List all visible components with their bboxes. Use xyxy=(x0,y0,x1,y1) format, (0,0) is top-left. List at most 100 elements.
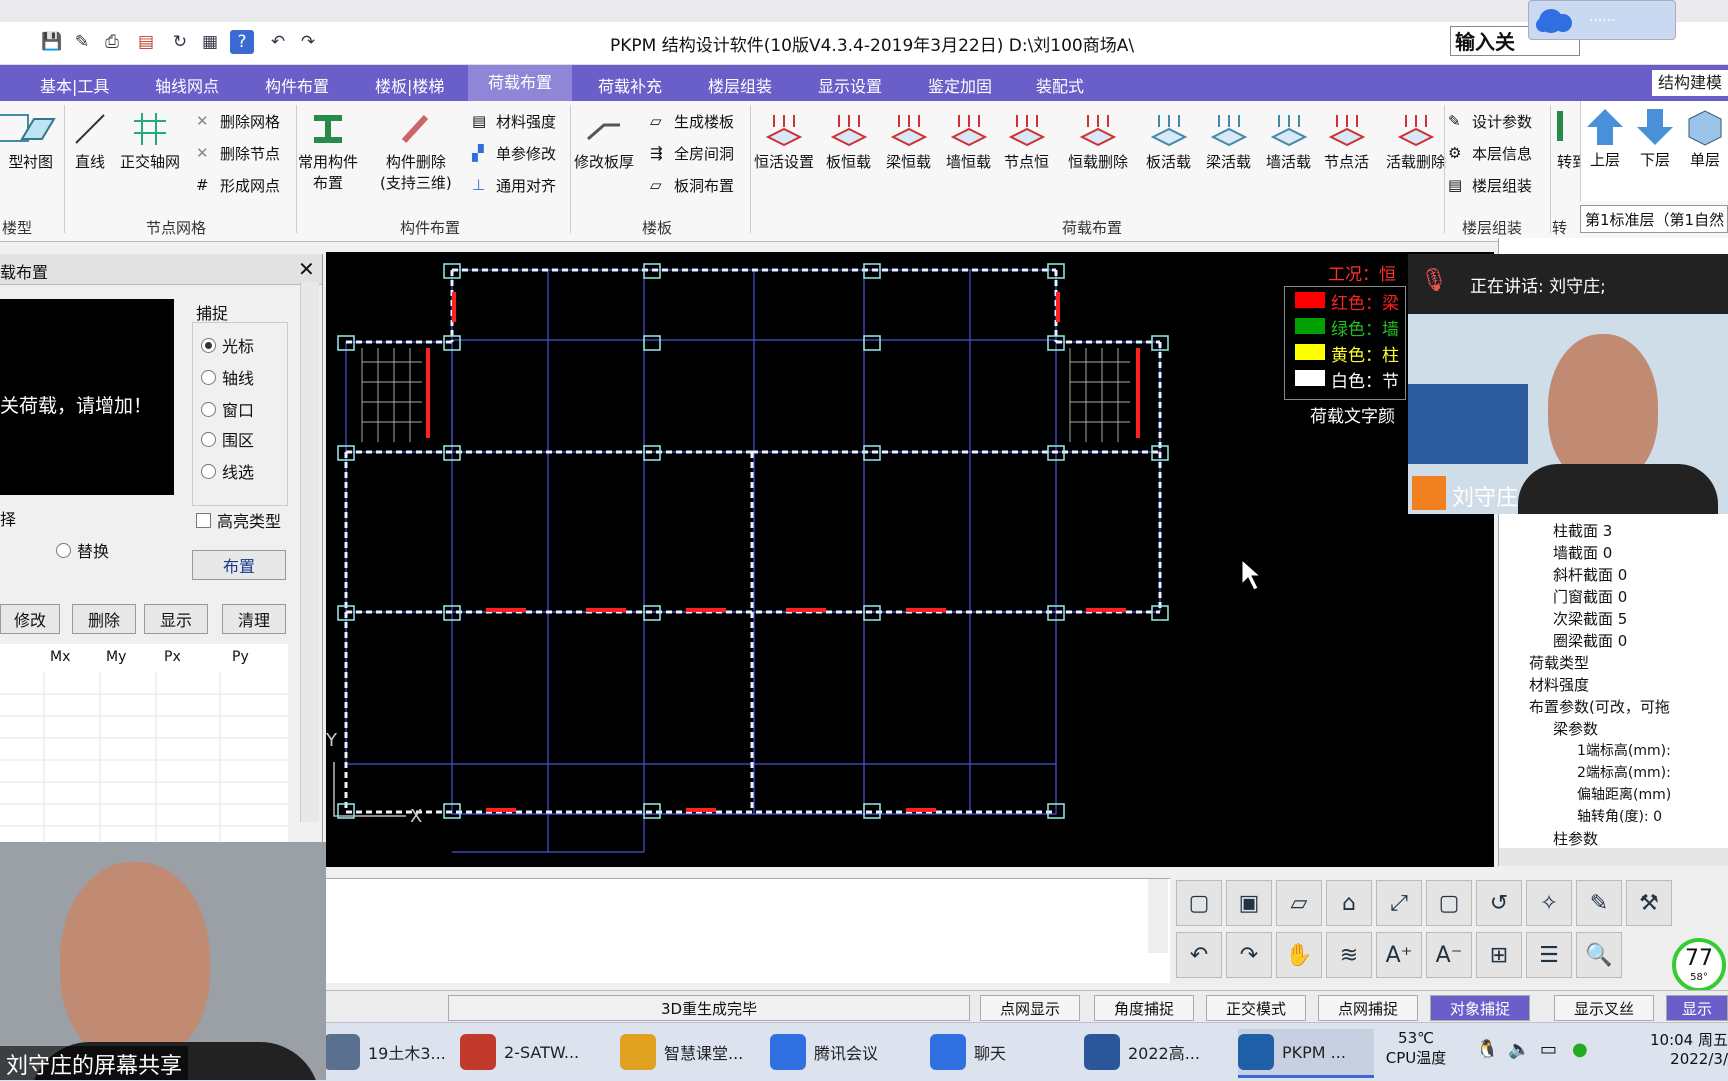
node-dead-button[interactable]: 节点恒 xyxy=(1004,109,1049,172)
performance-gauge[interactable]: 77 58° xyxy=(1672,938,1726,992)
tab-appraisal-reinforce[interactable]: 鉴定加固 xyxy=(928,73,992,97)
save-icon[interactable]: 💾 xyxy=(40,30,64,54)
hammer-icon[interactable]: ⚒ xyxy=(1626,880,1672,926)
status-object-snap[interactable]: 对象捕捉 xyxy=(1430,995,1530,1021)
text-larger-icon[interactable]: A⁺ xyxy=(1376,932,1422,978)
tree-item-material[interactable]: 材料强度 xyxy=(1529,674,1589,695)
panel-scrollbar[interactable] xyxy=(300,282,319,822)
network-icon[interactable]: ▭ xyxy=(1540,1039,1557,1060)
dead-delete-button[interactable]: 恒载删除 xyxy=(1068,109,1128,172)
task-app-chrome[interactable]: 智慧课堂... xyxy=(620,1029,760,1075)
place-button[interactable]: 布置 xyxy=(192,550,286,580)
orbit-icon[interactable]: ↺ xyxy=(1476,880,1522,926)
floor-assemble-button[interactable]: ▤ 楼层组装 xyxy=(1448,175,1532,196)
tree-item-wall-section[interactable]: 墙截面 0 xyxy=(1553,542,1612,563)
save-as-icon[interactable]: ✎ xyxy=(70,30,94,54)
light-icon[interactable]: ✧ xyxy=(1526,880,1572,926)
beam-live-button[interactable]: 梁活载 xyxy=(1206,109,1251,172)
speaker-video[interactable]: 刘守庄 xyxy=(1408,314,1728,514)
replace-radio[interactable]: 替换 xyxy=(56,538,109,562)
live-delete-button[interactable]: 活载删除 xyxy=(1386,109,1446,172)
redo-icon[interactable]: ↷ xyxy=(296,30,320,54)
underlay-button[interactable]: 衬图 xyxy=(18,109,58,172)
tree-item-secondary-beam[interactable]: 次梁截面 5 xyxy=(1553,608,1627,629)
volume-icon[interactable]: 🔈 xyxy=(1508,1039,1530,1060)
ortho-grid-button[interactable]: 正交轴网 xyxy=(120,109,180,172)
modify-button[interactable]: 修改 xyxy=(0,604,60,634)
zoom-extents-icon[interactable]: ⤢ xyxy=(1376,880,1422,926)
tab-slab-stair[interactable]: 楼板|楼梯 xyxy=(375,73,444,97)
view-front-icon[interactable]: ▣ xyxy=(1226,880,1272,926)
search-icon[interactable]: 🔍 xyxy=(1576,932,1622,978)
beam-dead-button[interactable]: 梁恒载 xyxy=(886,109,931,172)
status-display[interactable]: 显示 xyxy=(1666,995,1728,1021)
slab-thickness-button[interactable]: 修改板厚 xyxy=(574,109,634,172)
help-icon[interactable]: ? xyxy=(230,30,254,54)
highlight-type-checkbox[interactable]: 高亮类型 xyxy=(196,508,281,532)
layers-icon[interactable]: ≋ xyxy=(1326,932,1372,978)
load-settings-button[interactable]: 恒活设置 xyxy=(754,109,814,172)
task-app-satwe[interactable]: 2-SATW... xyxy=(460,1029,610,1075)
single-floor-button[interactable]: 单层 xyxy=(1685,107,1725,170)
model-canvas[interactable]: X Y 工况：恒 红色：梁 绿色：墙 黄色：柱 白色：节 荷载文字颜 xyxy=(325,252,1494,867)
mic-muted-icon[interactable]: 🎙 xyxy=(1420,268,1448,293)
slab-dead-button[interactable]: 板恒载 xyxy=(826,109,871,172)
room-hole-button[interactable]: ⇶ 全房间洞 xyxy=(650,143,734,164)
show-button[interactable]: 显示 xyxy=(144,604,208,634)
delete-node-button[interactable]: ✕ 删除节点 xyxy=(196,143,280,164)
status-crosshair[interactable]: 显示叉丝 xyxy=(1554,995,1654,1021)
floor-select-dropdown[interactable]: 第1标准层（第1自然 xyxy=(1580,205,1728,233)
status-angle-snap[interactable]: 角度捕捉 xyxy=(1094,995,1194,1021)
refresh-icon[interactable]: ↻ xyxy=(168,30,192,54)
tab-display-settings[interactable]: 显示设置 xyxy=(818,73,882,97)
brush-tool-icon[interactable]: ✎ xyxy=(1576,880,1622,926)
wall-live-button[interactable]: 墙活载 xyxy=(1266,109,1311,172)
tree-item-brace-section[interactable]: 斜杆截面 0 xyxy=(1553,564,1627,585)
line-button[interactable]: 直线 xyxy=(70,109,110,172)
align-button[interactable]: ⊥ 通用对齐 xyxy=(472,175,556,196)
presenter-video[interactable]: 刘守庄的屏幕共享 xyxy=(0,842,326,1080)
tab-axis-grid[interactable]: 轴线网点 xyxy=(155,73,219,97)
status-grid-display[interactable]: 点网显示 xyxy=(980,995,1080,1021)
design-params-button[interactable]: ✎ 设计参数 xyxy=(1448,111,1532,132)
clock[interactable]: 10:04 周五 2022/3/ xyxy=(1612,1029,1728,1068)
dwg-icon[interactable]: ▤ xyxy=(134,30,158,54)
grid-view-icon[interactable]: ⊞ xyxy=(1476,932,1522,978)
print-icon[interactable]: ⎙ xyxy=(100,30,124,54)
settings-icon[interactable]: ▦ xyxy=(198,30,222,54)
redo-view-icon[interactable]: ↷ xyxy=(1226,932,1272,978)
status-grid-snap[interactable]: 点网捕捉 xyxy=(1318,995,1418,1021)
clear-button[interactable]: 清理 xyxy=(222,604,286,634)
tree-item-rotation[interactable]: 轴转角(度): 0 xyxy=(1577,806,1662,826)
task-app-tencent-meeting[interactable]: 腾讯会议 xyxy=(770,1029,920,1075)
tree-item-ring-beam[interactable]: 圈梁截面 0 xyxy=(1553,630,1627,651)
text-smaller-icon[interactable]: A⁻ xyxy=(1426,932,1472,978)
slab-live-button[interactable]: 板活载 xyxy=(1146,109,1191,172)
undo-view-icon[interactable]: ↶ xyxy=(1176,932,1222,978)
form-node-button[interactable]: # 形成网点 xyxy=(196,175,280,196)
view-box-icon[interactable]: ▢ xyxy=(1426,880,1472,926)
tree-item-end2-elev[interactable]: 2端标高(mm): xyxy=(1577,762,1671,782)
tab-member-placement[interactable]: 构件布置 xyxy=(265,73,329,97)
pan-icon[interactable]: ✋ xyxy=(1276,932,1322,978)
command-scrollbar[interactable] xyxy=(1148,879,1168,953)
tree-item-layout-params[interactable]: 布置参数(可改，可拖 xyxy=(1529,696,1670,717)
tab-prefabricated[interactable]: 装配式 xyxy=(1036,73,1084,97)
common-member-button[interactable]: 常用构件 布置 xyxy=(298,109,358,193)
single-param-button[interactable]: ▞ 单参修改 xyxy=(472,143,556,164)
cloud-widget[interactable]: ...... xyxy=(1528,0,1676,40)
tree-item-load-type[interactable]: 荷载类型 xyxy=(1529,652,1589,673)
floor-down-button[interactable]: 下层 xyxy=(1635,107,1675,170)
task-app-pkpm[interactable]: PKPM ... xyxy=(1238,1029,1374,1078)
tree-item-offset[interactable]: 偏轴距离(mm) xyxy=(1577,784,1671,804)
tree-item-column-section[interactable]: 柱截面 3 xyxy=(1553,520,1612,541)
member-delete-button[interactable]: 构件删除 (支持三维) xyxy=(380,109,452,193)
security-icon[interactable]: ● xyxy=(1572,1039,1588,1060)
slab-hole-button[interactable]: ▱ 板洞布置 xyxy=(650,175,734,196)
tab-load-supplement[interactable]: 荷载补充 xyxy=(598,73,662,97)
wall-dead-button[interactable]: 墙恒载 xyxy=(946,109,991,172)
node-live-button[interactable]: 节点活 xyxy=(1324,109,1369,172)
tree-item-end1-elev[interactable]: 1端标高(mm): xyxy=(1577,740,1671,760)
tab-floor-assembly[interactable]: 楼层组装 xyxy=(708,73,772,97)
view-side-icon[interactable]: ▱ xyxy=(1276,880,1322,926)
